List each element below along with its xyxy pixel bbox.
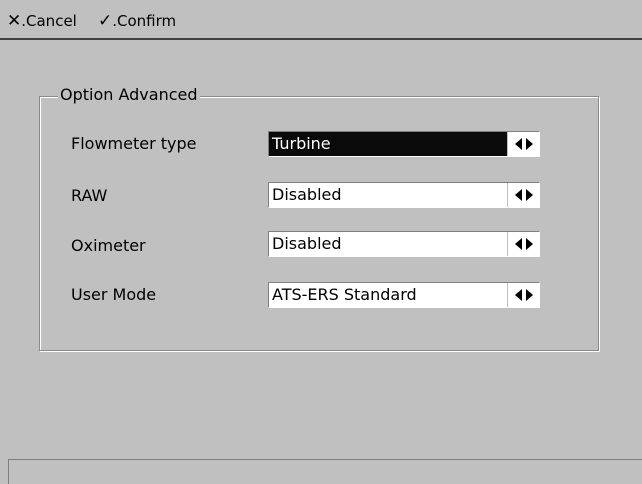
cancel-button[interactable]: ✕ .Cancel [7, 11, 77, 31]
left-right-arrows-icon[interactable] [507, 183, 539, 207]
confirm-button[interactable]: ✓ .Confirm [98, 11, 176, 31]
close-icon: ✕ [7, 10, 22, 31]
confirm-label: .Confirm [112, 12, 177, 30]
status-bar [8, 459, 642, 484]
flowmeter-type-value[interactable]: Turbine [269, 132, 507, 156]
raw-select[interactable]: Disabled [268, 182, 540, 208]
toolbar: ✕ .Cancel ✓ .Confirm [0, 0, 642, 40]
raw-label: RAW [71, 186, 108, 205]
oximeter-select[interactable]: Disabled [268, 231, 540, 257]
user-mode-select[interactable]: ATS-ERS Standard [268, 282, 540, 308]
left-right-arrows-icon[interactable] [507, 132, 539, 156]
flowmeter-type-label: Flowmeter type [71, 134, 197, 153]
left-right-arrows-icon[interactable] [507, 283, 539, 307]
oximeter-label: Oximeter [71, 236, 146, 255]
cancel-label: .Cancel [21, 12, 77, 30]
flowmeter-type-select[interactable]: Turbine [268, 131, 540, 157]
oximeter-value[interactable]: Disabled [269, 232, 507, 256]
checkmark-icon: ✓ [98, 10, 113, 31]
group-title: Option Advanced [58, 84, 200, 106]
raw-value[interactable]: Disabled [269, 183, 507, 207]
options-window: ✕ .Cancel ✓ .Confirm Option Advanced Flo… [0, 0, 642, 484]
user-mode-value[interactable]: ATS-ERS Standard [269, 283, 507, 307]
left-right-arrows-icon[interactable] [507, 232, 539, 256]
user-mode-label: User Mode [71, 285, 157, 304]
